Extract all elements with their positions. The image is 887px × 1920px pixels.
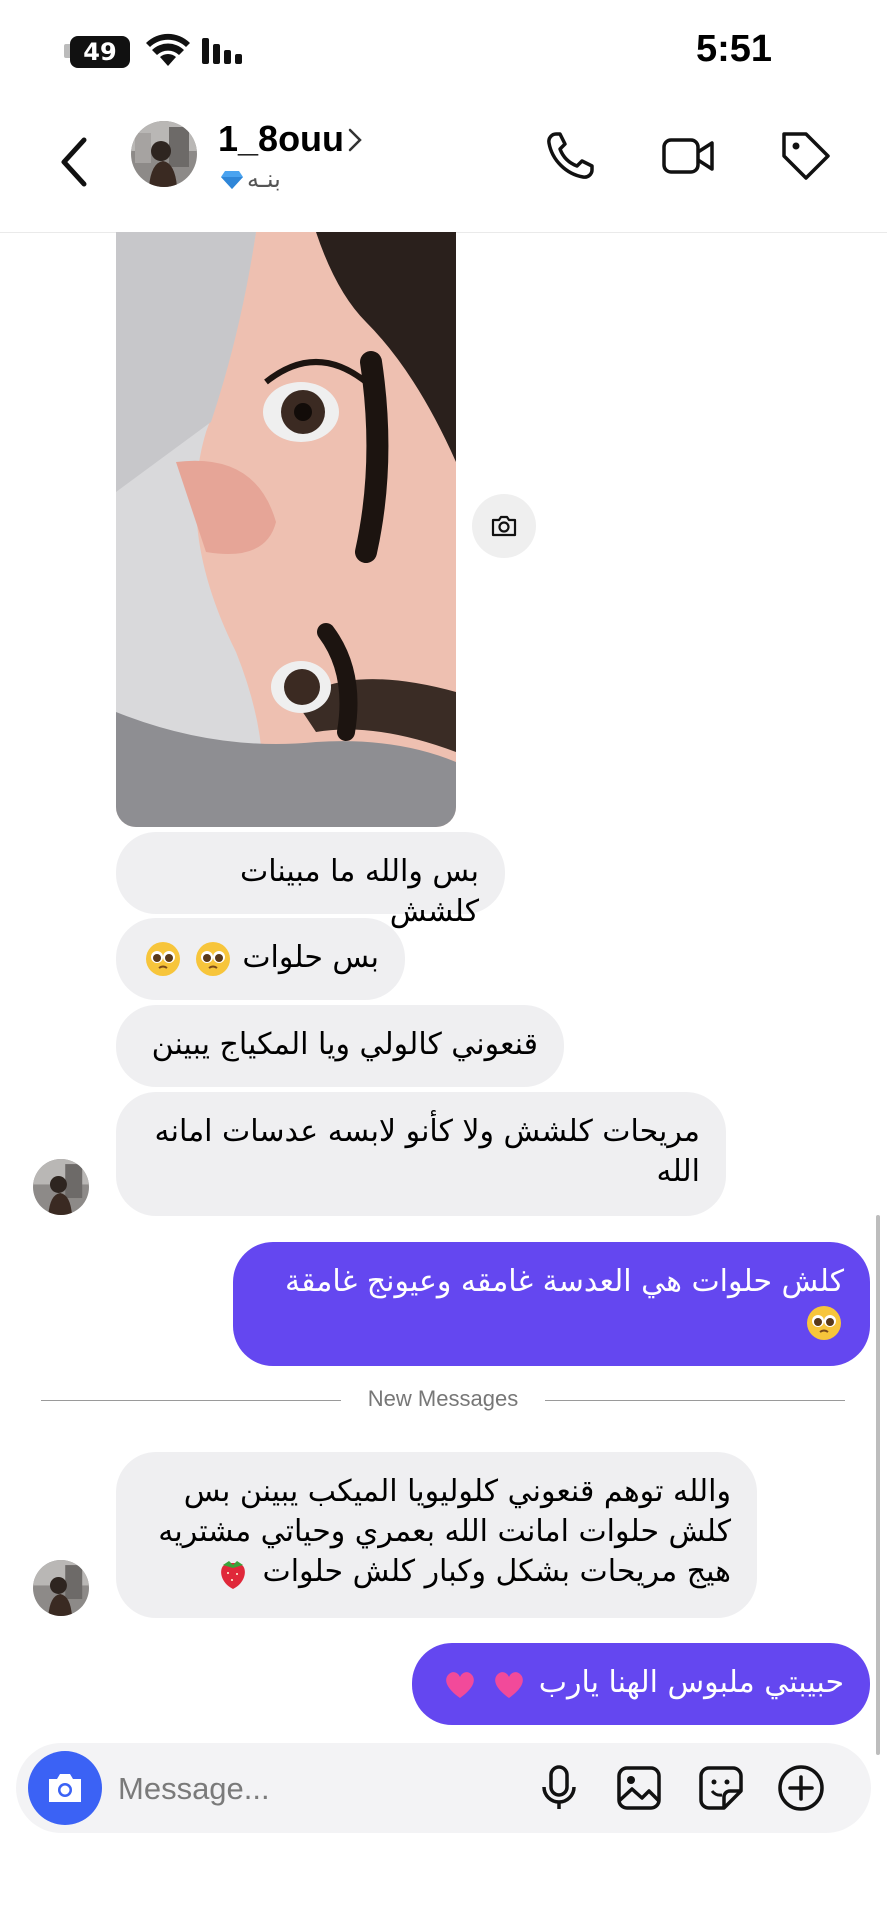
- contact-username[interactable]: 1_8ouu: [218, 118, 344, 160]
- divider-line: [545, 1400, 845, 1401]
- chevron-right-icon[interactable]: [346, 126, 364, 154]
- outgoing-message[interactable]: كلش حلوات هي العدسة غامقه وعيونج غامقة: [233, 1242, 870, 1366]
- camera-icon: [49, 1774, 81, 1802]
- message-text: قنعوني كالولي ويا المكياج يبينن: [151, 1027, 538, 1062]
- plus-icon[interactable]: [776, 1763, 826, 1813]
- incoming-message[interactable]: بس حلوات: [116, 918, 405, 1000]
- phone-icon[interactable]: [542, 128, 598, 184]
- tag-icon[interactable]: [778, 128, 834, 184]
- pleading-face-emoji: [146, 941, 181, 976]
- status-bar: 49 5:51: [0, 0, 887, 100]
- contact-subtitle: بنـه: [221, 165, 281, 193]
- message-text: حبيبتي ملبوس الهنا يارب: [538, 1665, 844, 1700]
- divider-label: New Messages: [367, 1386, 519, 1411]
- sticker-icon[interactable]: [696, 1763, 746, 1813]
- incoming-message[interactable]: والله توهم قنعوني كلوليويا الميكب يبينن …: [116, 1452, 757, 1618]
- pink-heart-emoji: [495, 1671, 524, 1698]
- scrollbar[interactable]: [876, 1215, 880, 1755]
- back-chevron-icon[interactable]: [52, 132, 96, 192]
- microphone-icon[interactable]: [534, 1763, 584, 1813]
- video-camera-icon[interactable]: [660, 128, 716, 184]
- sender-avatar[interactable]: [33, 1159, 89, 1215]
- incoming-message[interactable]: مريحات كلشش ولا كأنو لابسه عدسات امانه ا…: [116, 1092, 726, 1216]
- diamond-icon: [221, 171, 243, 189]
- subtitle-text: بنـه: [247, 165, 281, 193]
- clock: 5:51: [696, 28, 773, 70]
- battery-indicator: 49: [70, 36, 130, 68]
- pleading-face-emoji: [807, 1305, 841, 1340]
- strawberry-emoji: [221, 1560, 245, 1589]
- pink-heart-emoji: [445, 1671, 474, 1698]
- incoming-message[interactable]: قنعوني كالولي ويا المكياج يبينن: [116, 1005, 564, 1087]
- divider-line: [41, 1400, 341, 1401]
- wifi-icon: [146, 33, 190, 66]
- message-input[interactable]: [116, 1765, 520, 1813]
- sender-avatar[interactable]: [33, 1560, 89, 1616]
- message-text: كلش حلوات هي العدسة غامقه وعيونج غامقة: [285, 1264, 844, 1299]
- new-messages-divider: New Messages: [41, 1386, 845, 1411]
- gallery-icon[interactable]: [614, 1763, 664, 1813]
- message-composer: [16, 1743, 871, 1833]
- camera-button[interactable]: [28, 1751, 102, 1825]
- incoming-message[interactable]: بس والله ما مبينات كلشش: [116, 832, 505, 929]
- outgoing-message[interactable]: حبيبتي ملبوس الهنا يارب: [412, 1643, 870, 1725]
- view-photo-camera-button[interactable]: [472, 494, 536, 558]
- chat-header: 1_8ouu بنـه: [0, 100, 887, 233]
- cellular-signal-icon: [202, 38, 242, 64]
- contact-avatar[interactable]: [131, 121, 197, 187]
- photo-message[interactable]: [116, 232, 456, 827]
- camera-outline-icon: [491, 515, 517, 537]
- message-text: مريحات كلشش ولا كأنو لابسه عدسات امانه ا…: [154, 1114, 700, 1189]
- pleading-face-emoji: [195, 941, 230, 976]
- message-text: بس حلوات: [242, 940, 379, 975]
